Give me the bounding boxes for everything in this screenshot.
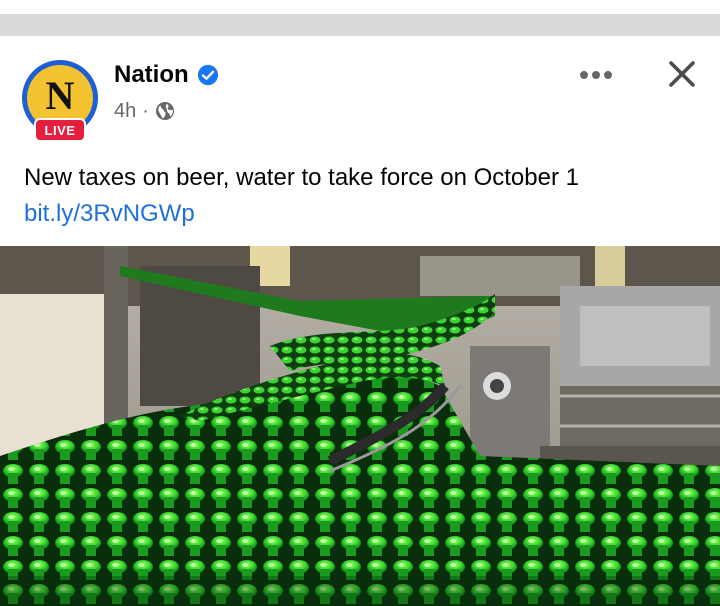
close-button[interactable] [662, 56, 702, 92]
globe-icon[interactable] [155, 101, 175, 121]
post-meta: 4h · [114, 98, 175, 124]
more-options-button[interactable] [576, 62, 616, 88]
bottling-line-photo [0, 246, 720, 606]
post-timestamp[interactable]: 4h [114, 100, 136, 123]
verified-badge-icon [197, 64, 218, 86]
feed-post: N LIVE Nation 4h · New taxes on beer, wa… [0, 36, 720, 606]
author-row: Nation [114, 60, 219, 90]
live-badge: LIVE [34, 118, 86, 142]
more-options-icon [580, 71, 612, 79]
page-name[interactable]: Nation [114, 61, 189, 89]
post-caption: New taxes on beer, water to take force o… [24, 164, 579, 191]
meta-separator: · [142, 99, 149, 122]
page-avatar[interactable]: N LIVE [22, 60, 98, 142]
close-icon [669, 61, 695, 87]
feed-divider [0, 0, 720, 36]
post-photo[interactable] [0, 246, 720, 606]
avatar-logo-letter: N [45, 73, 75, 118]
post-link[interactable]: bit.ly/3RvNGWp [24, 200, 195, 228]
